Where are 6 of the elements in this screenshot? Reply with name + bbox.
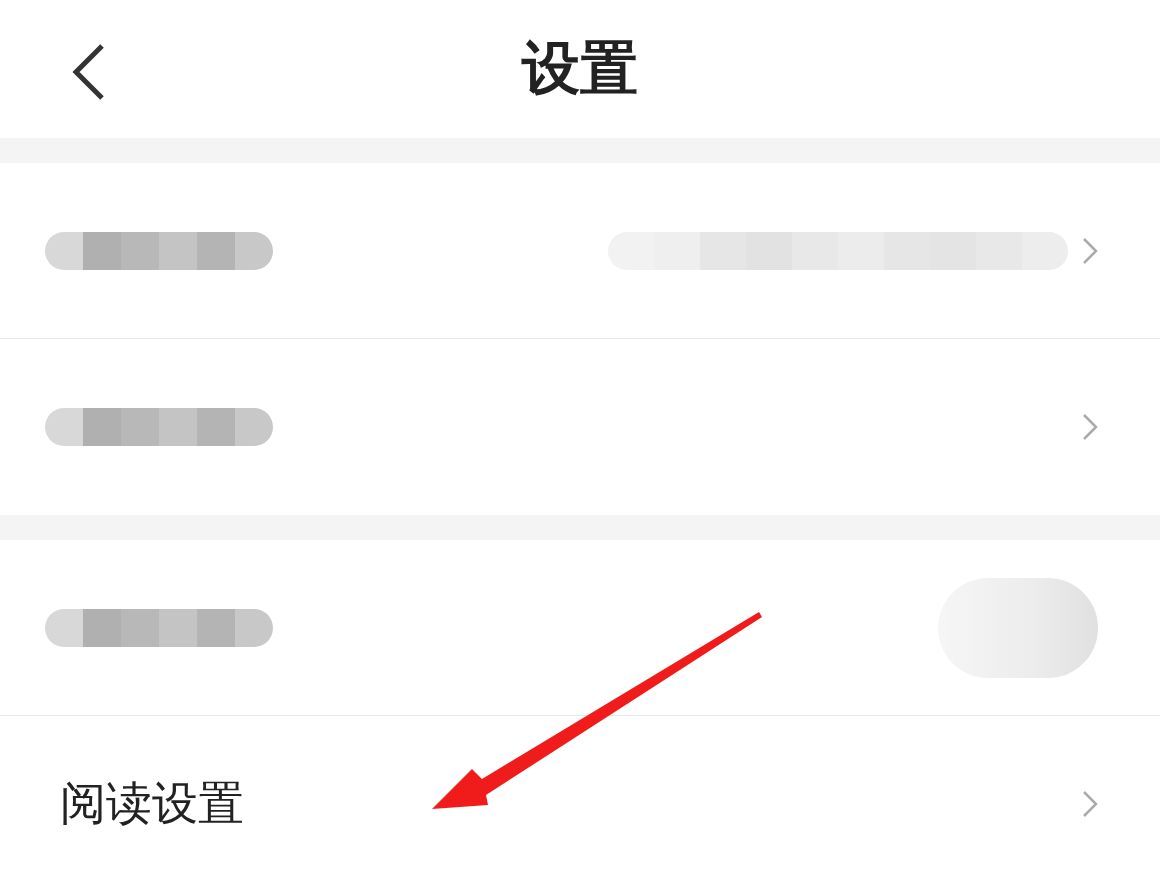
chevron-icon[interactable] [1082,413,1098,441]
page-title: 设置 [522,33,638,104]
chevron-icon[interactable] [1082,236,1098,265]
chevron-icon[interactable] [1082,790,1098,818]
row-label: 阅读设置 [60,775,244,832]
back-icon[interactable] [72,43,106,101]
